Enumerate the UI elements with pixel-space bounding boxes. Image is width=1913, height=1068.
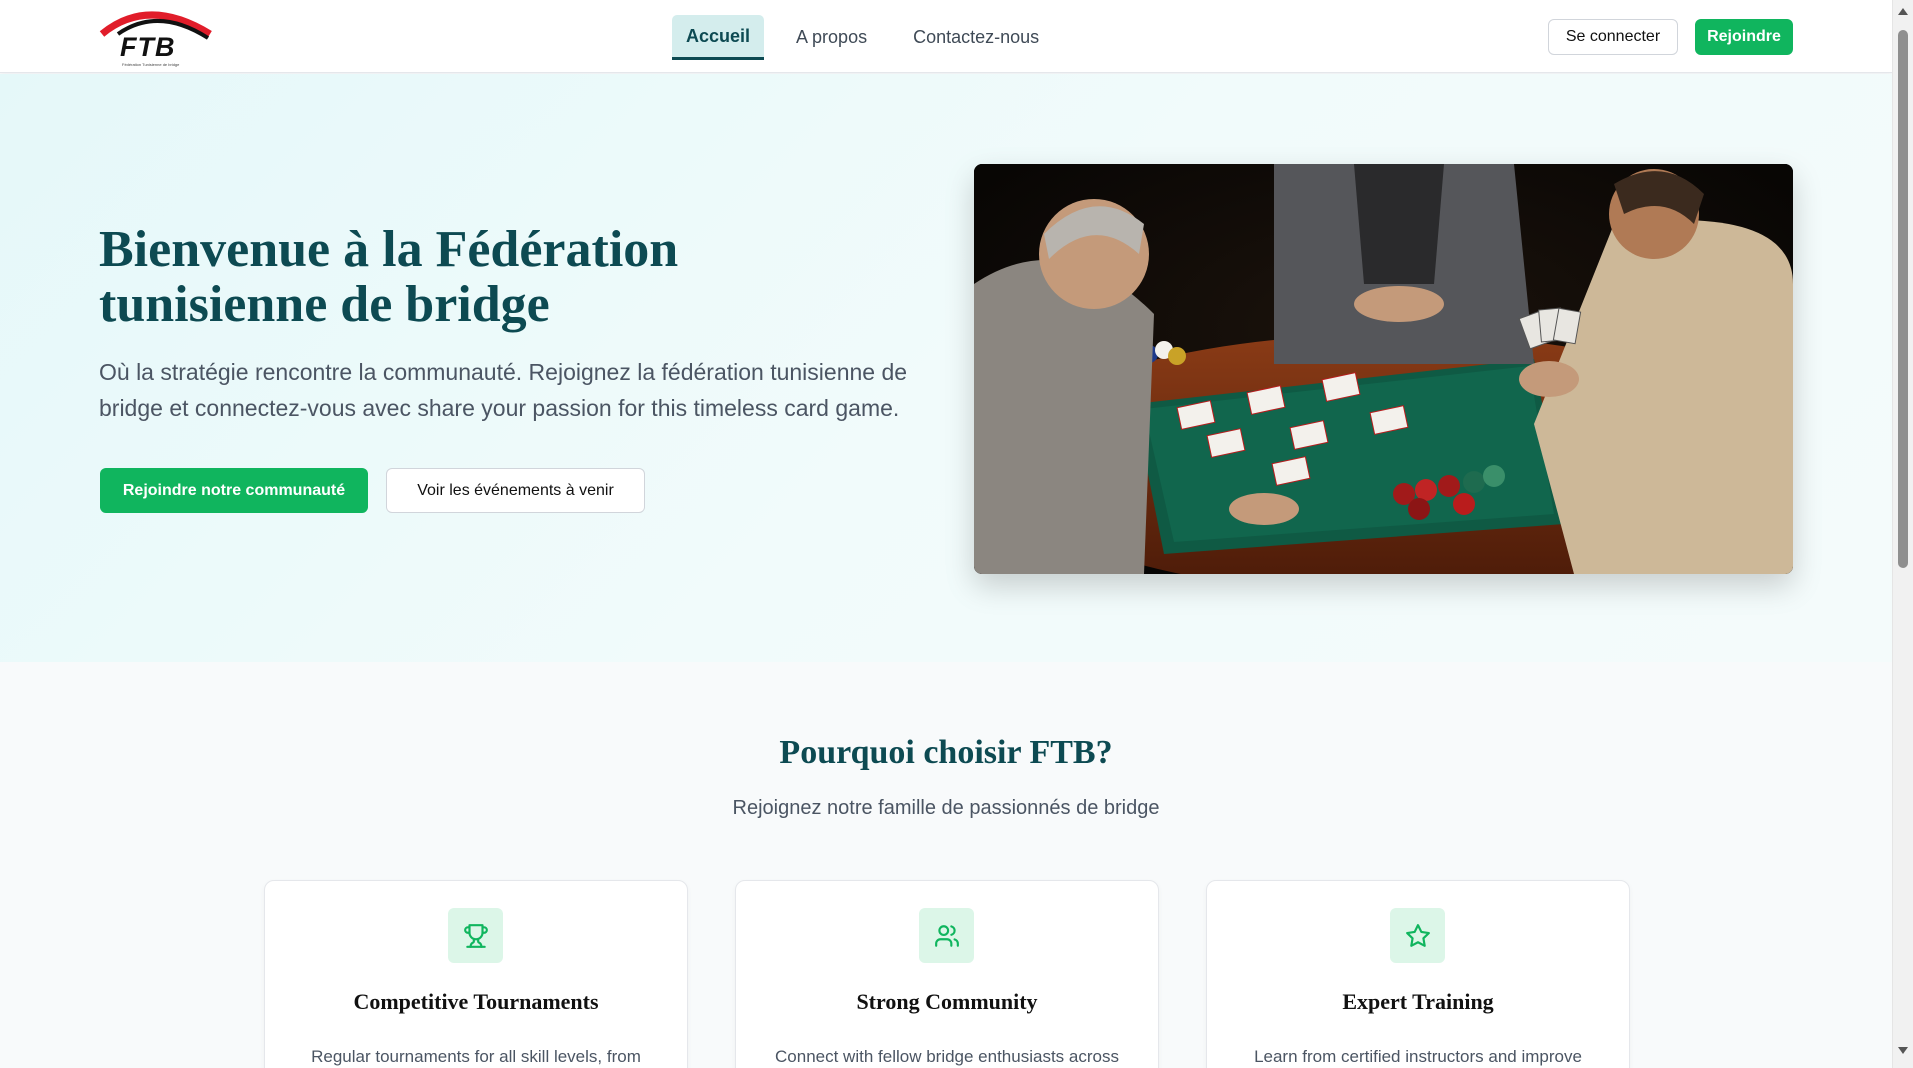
card-title: Competitive Tournaments — [353, 989, 599, 1014]
join-button[interactable]: Rejoindre — [1695, 19, 1793, 55]
nav-contactez-nous[interactable]: Contactez-nous — [899, 15, 1053, 60]
card-title: Expert Training — [1342, 989, 1494, 1014]
upcoming-events-button[interactable]: Voir les événements à venir — [386, 468, 645, 513]
logo-subtitle: Fédération Tunisienne de bridge — [122, 62, 180, 67]
top-navbar: FTB Fédération Tunisienne de bridge Accu… — [0, 0, 1892, 73]
bridge-players-photo — [974, 164, 1793, 574]
card-text: Connect with fellow bridge enthusiasts a… — [775, 1047, 1119, 1066]
logo-text: FTB — [120, 32, 176, 62]
ftb-logo[interactable]: FTB Fédération Tunisienne de bridge — [98, 4, 214, 70]
scroll-thumb[interactable] — [1898, 30, 1908, 568]
bridge-table-illustration — [974, 164, 1793, 574]
main-nav: Accueil A propos Contactez-nous — [672, 15, 1053, 60]
card-text: Learn from certified instructors and imp… — [1254, 1047, 1582, 1066]
card-text: Regular tournaments for all skill levels… — [311, 1047, 641, 1066]
hero-section: Bienvenue à la Fédération tunisienne de … — [0, 74, 1892, 662]
login-button[interactable]: Se connecter — [1548, 19, 1678, 55]
feature-card-community: Strong Community Connect with fellow bri… — [735, 880, 1159, 1068]
hero-subtitle: Où la stratégie rencontre la communauté.… — [99, 359, 908, 421]
scroll-down-arrow-icon[interactable] — [1898, 1047, 1908, 1054]
card-title: Strong Community — [856, 989, 1038, 1014]
trophy-icon — [448, 908, 503, 963]
feature-card-training: Expert Training Learn from certified ins… — [1206, 880, 1630, 1068]
users-icon — [919, 908, 974, 963]
why-section-title: Pourquoi choisir FTB? — [779, 734, 1113, 771]
page-scrollbar[interactable] — [1892, 0, 1913, 1068]
nav-accueil[interactable]: Accueil — [672, 15, 765, 60]
nav-a-propos[interactable]: A propos — [782, 15, 881, 60]
why-section-subtitle: Rejoignez notre famille de passionnés de… — [732, 797, 1160, 819]
join-community-button[interactable]: Rejoindre notre communauté — [100, 468, 368, 513]
star-icon — [1390, 908, 1445, 963]
hero-title: Bienvenue à la Fédération tunisienne de … — [99, 221, 679, 333]
scroll-up-arrow-icon[interactable] — [1898, 8, 1908, 15]
feature-card-tournaments: Competitive Tournaments Regular tourname… — [264, 880, 688, 1068]
